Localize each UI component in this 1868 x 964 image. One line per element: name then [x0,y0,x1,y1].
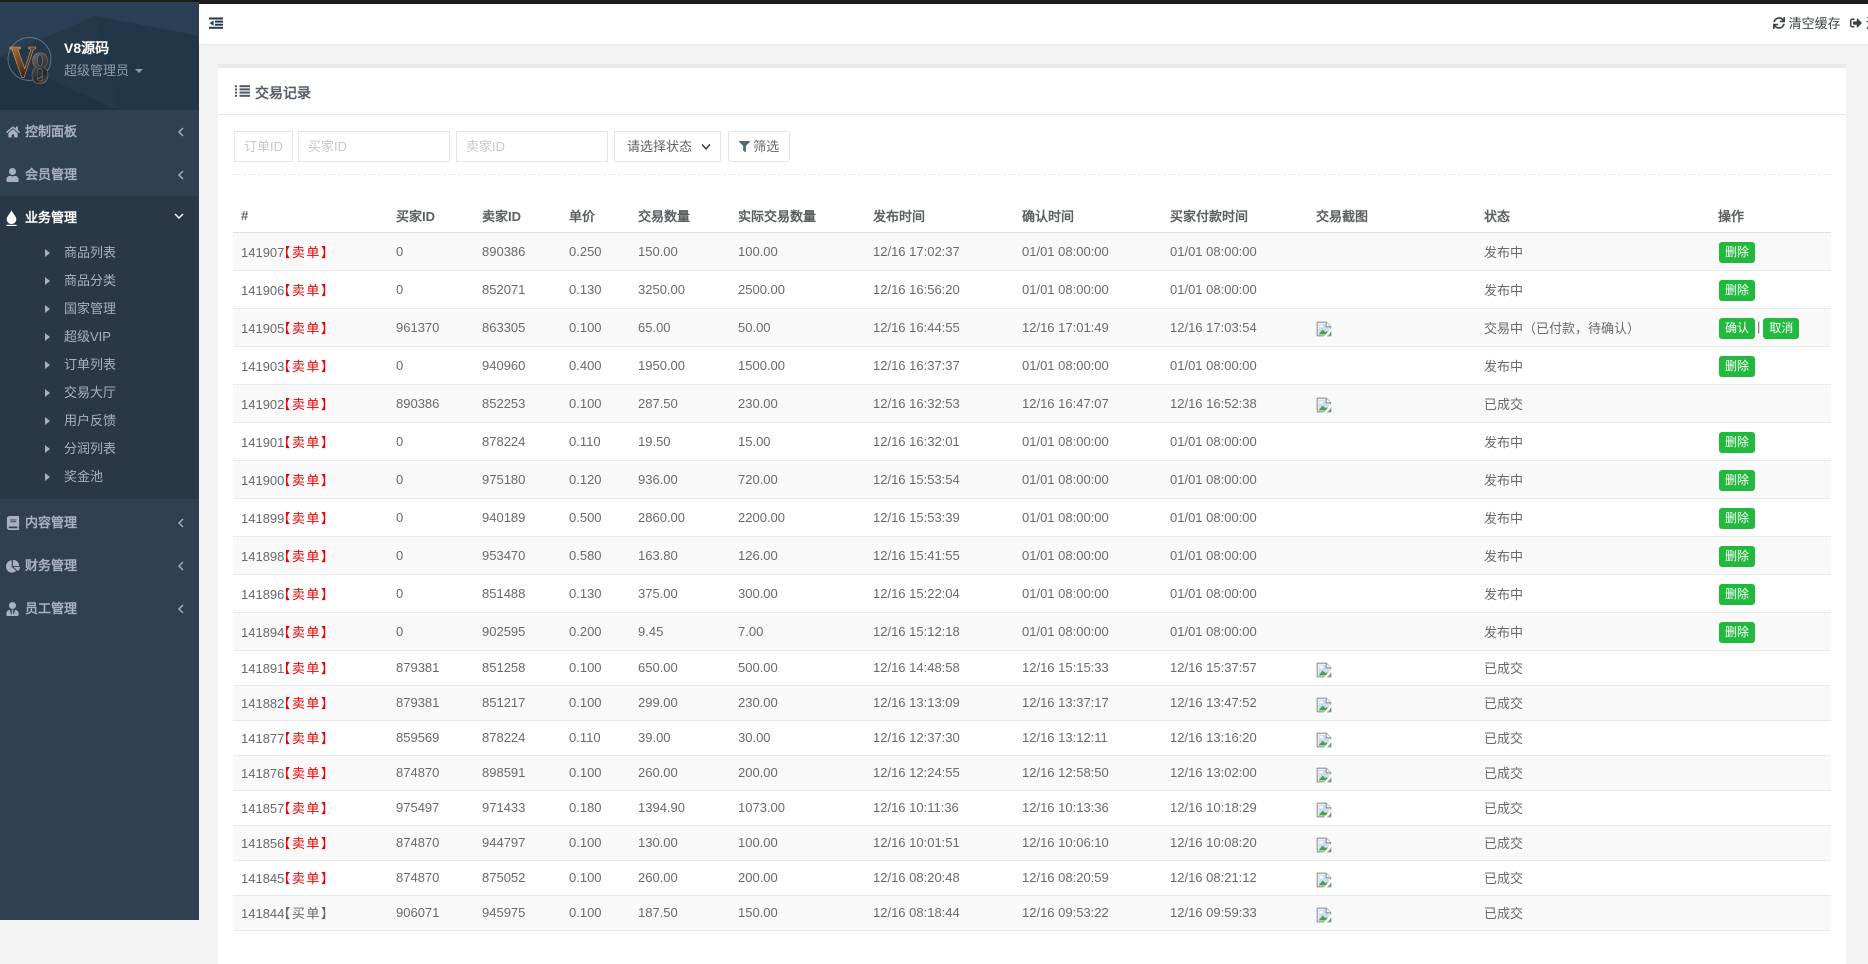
svg-text:8: 8 [31,43,49,88]
